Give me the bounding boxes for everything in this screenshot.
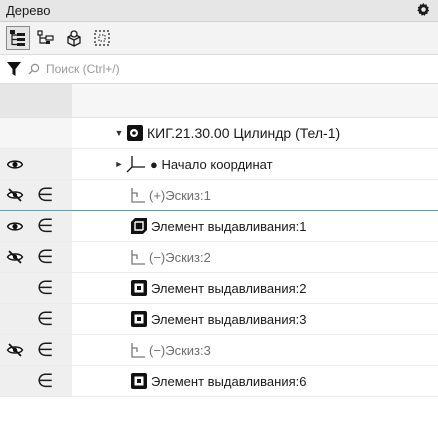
tree-root-row[interactable]: ▼ КИГ.21.30.00 Цилиндр (Тел-1) [0,118,438,149]
tree-header [72,84,438,117]
tree-header-strip [0,84,438,118]
belongs-icon[interactable]: ∈ [30,215,60,238]
hidden-eye-icon[interactable] [0,250,30,264]
search-input[interactable] [44,58,432,80]
panel-title: Дерево [6,3,51,18]
tree-item-sketch-2[interactable]: ∈ (−)Эскиз:2 [0,242,438,273]
tree-view: ▼ КИГ.21.30.00 Цилиндр (Тел-1) ► ● Начал… [0,118,438,397]
belongs-icon[interactable]: ∈ [30,308,60,331]
tree-item-origin[interactable]: ► ● Начало координат [0,149,438,180]
belongs-icon[interactable]: ∈ [30,184,60,207]
selection-frame-icon [94,30,110,46]
tree-toolbar [0,22,438,55]
row-gutter [0,149,72,179]
gutter-header [0,84,72,117]
components-view-icon [67,30,81,47]
panel-titlebar: Дерево [0,0,438,22]
row-gutter [0,118,72,148]
tree-item-sketch-1[interactable]: ∈ (+)Эскиз:1 [0,180,438,211]
cut-extrusion-icon [130,372,148,390]
structure-tree-icon [10,30,25,46]
components-view-button[interactable] [62,26,86,50]
tree-item-extrusion-6[interactable]: ∈ Элемент выдавливания:6 [0,366,438,397]
belongs-icon[interactable]: ∈ [30,277,60,300]
structure-tree-button[interactable] [6,26,30,50]
filter-icon[interactable] [6,61,22,77]
row-gutter: ∈ [0,273,72,303]
tree-panel: Дерево Поиск (Ctrl+/) ▼ КИГ.21.30.00 Цил… [0,0,438,442]
tree-root-label: КИГ.21.30.00 Цилиндр (Тел-1) [147,125,341,141]
tree-item-label: Элемент выдавливания:3 [151,311,307,327]
row-gutter: ∈ [0,242,72,272]
tree-item-label: (−)Эскиз:2 [149,249,211,265]
row-gutter: ∈ [0,335,72,365]
cut-extrusion-icon [130,310,148,328]
tree-item-extrusion-2[interactable]: ∈ Элемент выдавливания:2 [0,273,438,304]
visible-eye-icon[interactable] [0,159,30,170]
hierarchy-tree-button[interactable] [34,26,58,50]
sketch-icon [130,342,146,358]
belongs-icon[interactable]: ∈ [30,370,60,393]
row-gutter: ∈ [0,304,72,334]
collapse-triangle-icon[interactable]: ► [112,159,126,169]
sketch-icon [130,249,146,265]
hidden-eye-icon[interactable] [0,188,30,202]
tree-item-label: (−)Эскиз:3 [149,342,211,358]
tree-item-label: ● Начало координат [150,156,273,172]
sketch-icon [130,187,146,203]
row-gutter: ∈ [0,211,72,241]
cut-extrusion-icon [130,279,148,297]
selection-frame-button[interactable] [90,26,114,50]
row-gutter: ∈ [0,180,72,210]
tree-item-extrusion-1[interactable]: ∈ Элемент выдавливания:1 [0,211,438,242]
search-box [28,58,432,80]
tree-item-sketch-3[interactable]: ∈ (−)Эскиз:3 [0,335,438,366]
origin-axes-icon [126,155,146,173]
tree-item-extrusion-3[interactable]: ∈ Элемент выдавливания:3 [0,304,438,335]
extrusion-icon [130,217,148,235]
gear-icon[interactable] [417,3,430,18]
hierarchy-tree-icon [37,30,54,44]
part-icon [126,124,144,142]
tree-item-label: Элемент выдавливания:6 [151,373,307,389]
filter-row [0,55,438,84]
row-gutter: ∈ [0,366,72,396]
hidden-eye-icon[interactable] [0,343,30,357]
expand-triangle-icon[interactable]: ▼ [112,128,126,138]
tree-item-label: (+)Эскиз:1 [149,187,211,203]
tree-item-label: Элемент выдавливания:1 [151,218,307,234]
tree-item-label: Элемент выдавливания:2 [151,280,307,296]
belongs-icon[interactable]: ∈ [30,246,60,269]
search-icon [28,63,40,75]
visible-eye-icon[interactable] [0,221,30,232]
belongs-icon[interactable]: ∈ [30,339,60,362]
